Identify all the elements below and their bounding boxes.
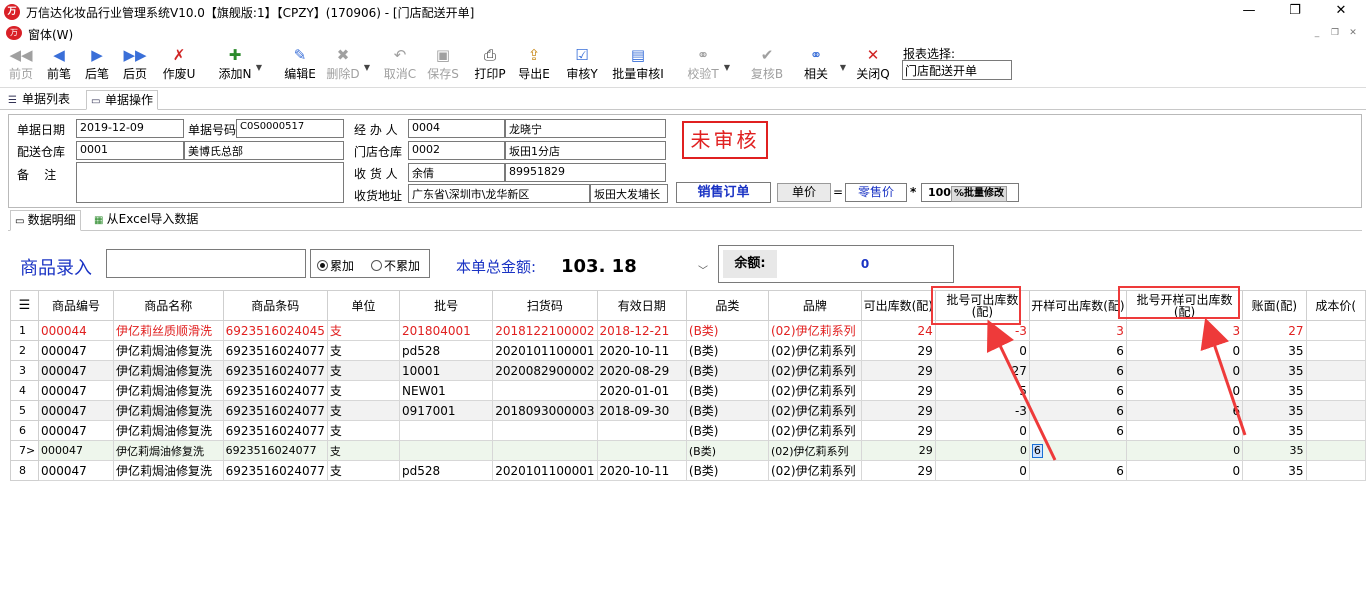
annotation-arrows (986, 317, 1247, 461)
arrow-to-batch-column (986, 319, 1057, 461)
arrow-to-batch-sample-column (1200, 317, 1247, 436)
